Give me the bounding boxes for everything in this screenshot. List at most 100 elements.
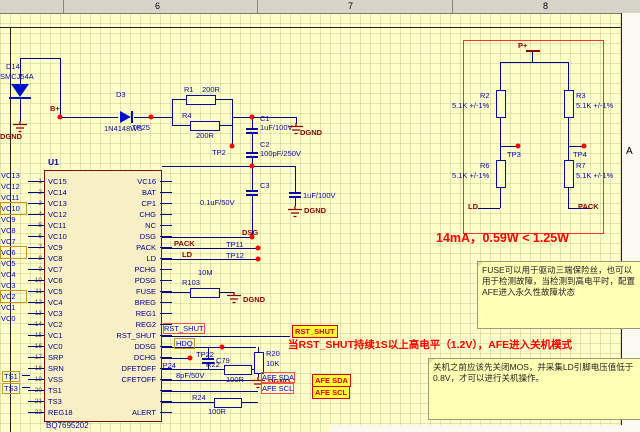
net-label-afe-scl[interactable]: AFE SCL — [260, 383, 295, 394]
power-port-dgnd[interactable]: DGND — [304, 206, 326, 215]
testpoint-label[interactable]: TP3 — [507, 150, 521, 159]
capacitor-plate[interactable] — [246, 156, 258, 158]
ic-pin-name[interactable]: REG2 — [74, 319, 156, 330]
power-port-pplus[interactable]: P+ — [518, 41, 527, 50]
ic-pin-name[interactable]: BREG — [74, 297, 156, 308]
note-shutdown[interactable]: 关机之前应该先关闭MOS，并采集LD引脚电压值低于0.8V，才可以进行关机操作。 — [428, 358, 640, 420]
testpoint-dot[interactable] — [148, 114, 154, 120]
net-label[interactable]: VC11 — [1, 192, 26, 203]
ic-part-number[interactable]: BQ7695202 — [46, 421, 89, 430]
resistor-body[interactable] — [564, 90, 574, 118]
diode-cathode-bar[interactable] — [9, 97, 31, 99]
ic-pin-number[interactable]: 22 — [30, 407, 42, 418]
net-label-pack[interactable]: PACK — [174, 239, 195, 248]
ic-pin-number[interactable]: 5 — [30, 220, 42, 231]
power-port-dgnd[interactable]: DGND — [0, 132, 22, 141]
highlighted-net-afe-scl[interactable]: AFE SCL — [312, 386, 351, 399]
component-ref[interactable]: R1 — [184, 85, 194, 94]
net-label-hdq[interactable]: HDQ — [174, 338, 195, 349]
component-ref[interactable]: R4 — [182, 111, 192, 120]
ic-pin-name[interactable]: DCHG — [74, 352, 156, 363]
ic-pin-name[interactable]: CP1 — [74, 198, 156, 209]
power-port-bplus[interactable]: B+ — [50, 104, 60, 113]
net-label[interactable]: VC3 — [1, 280, 26, 291]
capacitor-plate[interactable] — [289, 196, 301, 198]
ic-pin-name[interactable]: FUSE — [74, 286, 156, 297]
ic-pin-name[interactable]: CFETOFF — [74, 374, 156, 385]
component-value[interactable]: 100R — [226, 375, 244, 384]
ic-pin-number[interactable]: 16 — [30, 341, 42, 352]
resistor-body[interactable] — [190, 288, 220, 298]
component-value[interactable]: 0.1uF/50V — [200, 198, 235, 207]
ic-pin-number[interactable]: 10 — [30, 275, 42, 286]
component-value[interactable]: 10K — [266, 359, 279, 368]
wire-segment[interactable] — [60, 117, 118, 118]
net-label[interactable]: VC10 — [0, 202, 27, 215]
testpoint-label[interactable]: TP2 — [212, 148, 226, 157]
component-ref[interactable]: D14 — [6, 62, 20, 71]
ic-pin-number[interactable]: 4 — [30, 209, 42, 220]
testpoint-label[interactable]: TP4 — [573, 150, 587, 159]
ic-pin-name[interactable]: ALERT — [74, 407, 156, 418]
component-ref[interactable]: R7 — [576, 161, 586, 170]
resistor-body[interactable] — [496, 90, 506, 118]
wire-segment[interactable] — [20, 99, 21, 121]
wire-segment[interactable] — [20, 58, 60, 59]
net-label[interactable]: VC0 — [1, 313, 26, 324]
ic-pin-name[interactable]: DDSG — [74, 341, 156, 352]
ic-pin-number[interactable]: 3 — [30, 198, 42, 209]
ic-pin-number[interactable]: 15 — [30, 330, 42, 341]
wire-segment[interactable] — [252, 134, 253, 152]
resistor-body[interactable] — [190, 121, 220, 131]
wire-segment[interactable] — [232, 99, 233, 126]
ground-symbol[interactable] — [287, 206, 303, 218]
resistor-body[interactable] — [496, 160, 506, 188]
net-label[interactable]: VC1 — [1, 302, 26, 313]
component-ref[interactable]: R6 — [480, 161, 490, 170]
ic-pin-name[interactable]: DSG — [74, 231, 156, 242]
component-ref[interactable]: R20 — [266, 349, 280, 358]
resistor-body[interactable] — [186, 95, 216, 105]
net-label[interactable]: VC6 — [0, 246, 27, 259]
capacitor-plate[interactable] — [246, 132, 258, 134]
ic-pin-number[interactable]: 18 — [30, 363, 42, 374]
net-label[interactable]: VC9 — [1, 214, 26, 225]
wire-segment[interactable] — [295, 198, 296, 206]
net-label[interactable]: VC2 — [0, 290, 27, 303]
capacitor-plate[interactable] — [246, 152, 258, 154]
net-label[interactable]: VC7 — [1, 236, 26, 247]
ic-pin-number[interactable]: 20 — [30, 385, 42, 396]
wire-segment[interactable] — [160, 391, 258, 392]
component-ref[interactable]: D3 — [116, 90, 126, 99]
net-label-dsg[interactable]: DSG — [242, 228, 258, 237]
ic-pin-name[interactable]: CHG — [74, 209, 156, 220]
net-label-ts1[interactable]: TS1 — [2, 371, 20, 382]
component-ref[interactable]: R3 — [576, 91, 586, 100]
net-label[interactable]: VC8 — [1, 225, 26, 236]
component-ref[interactable]: R22 — [206, 360, 220, 369]
component-value[interactable]: SMCJ54A — [0, 72, 34, 81]
ic-pin-number[interactable]: 12 — [30, 297, 42, 308]
ic-pin-number[interactable]: 11 — [30, 286, 42, 297]
net-label-afe-sda[interactable]: AFE SDA — [260, 372, 296, 383]
component-value[interactable]: 1uF/100V — [303, 191, 336, 200]
testpoint-label[interactable]: TP25 — [132, 123, 150, 132]
net-label[interactable]: VC13 — [1, 170, 26, 181]
testpoint-dot[interactable] — [255, 245, 261, 251]
ic-pin-number[interactable]: 1 — [30, 176, 42, 187]
ic-pin-number[interactable]: 19 — [30, 374, 42, 385]
wire-segment[interactable] — [160, 336, 290, 337]
ic-pin-name[interactable]: DFETOFF — [74, 363, 156, 374]
net-label-ld[interactable]: LD — [182, 250, 192, 259]
testpoint-label[interactable]: TP11 — [226, 240, 243, 249]
wire-segment[interactable] — [172, 99, 186, 100]
ic-pin-name[interactable]: PDSG — [74, 275, 156, 286]
component-ref[interactable]: C2 — [260, 140, 270, 149]
power-port-dgnd[interactable]: DGND — [243, 295, 265, 304]
net-label[interactable]: VC5 — [1, 258, 26, 269]
component-ref[interactable]: C1 — [260, 114, 270, 123]
testpoint-dot[interactable] — [255, 256, 261, 262]
ic-pin-number[interactable]: 13 — [30, 308, 42, 319]
wire-segment[interactable] — [214, 99, 232, 100]
ic-pin-number[interactable]: 17 — [30, 352, 42, 363]
